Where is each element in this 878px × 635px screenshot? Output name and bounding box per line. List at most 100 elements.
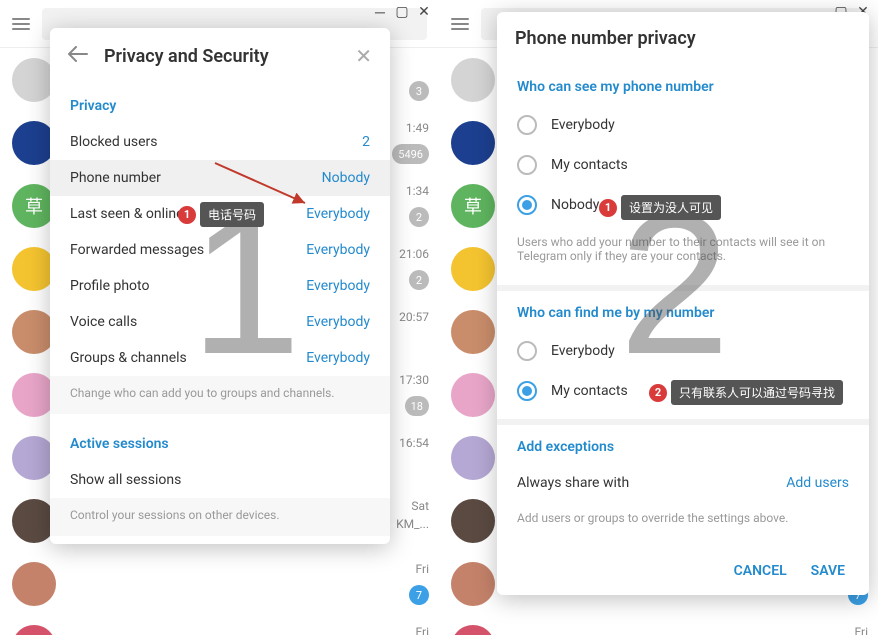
- unread-badge: 18: [405, 396, 429, 416]
- section-sessions-label: Active sessions: [50, 430, 390, 462]
- row-label: Forwarded messages: [70, 242, 204, 258]
- section-who-find-label: Who can find me by my number: [497, 299, 869, 331]
- avatar: [451, 625, 495, 635]
- row-value: Everybody: [306, 242, 370, 258]
- chat-row[interactable]: Fri: [0, 615, 439, 635]
- radio-icon: [517, 341, 537, 361]
- radio-icon: [517, 115, 537, 135]
- unread-badge: 2: [409, 270, 429, 290]
- unread-badge: 3: [409, 81, 429, 101]
- chat-time: Fri: [855, 625, 868, 635]
- section-who-see-label: Who can see my phone number: [497, 73, 869, 105]
- row-label: Blocked users: [70, 134, 158, 150]
- chat-row[interactable]: Fri: [439, 615, 878, 635]
- back-icon[interactable]: [68, 46, 88, 66]
- option-label: My contacts: [551, 157, 628, 173]
- row-value: Everybody: [306, 350, 370, 366]
- avatar: [12, 562, 56, 606]
- avatar: [451, 121, 495, 165]
- radio-icon: [517, 195, 537, 215]
- chat-time: 20:57: [399, 310, 429, 324]
- radio-everybody[interactable]: Everybody: [497, 105, 869, 145]
- row-value: Everybody: [306, 278, 370, 294]
- row-label: Groups & channels: [70, 350, 187, 366]
- chat-time: 1:49: [406, 121, 429, 135]
- row-voice-calls[interactable]: Voice calls Everybody: [50, 304, 390, 340]
- row-label: Always share with: [517, 475, 629, 491]
- window-controls: ─ ▢ ✕: [371, 4, 433, 21]
- row-show-sessions[interactable]: Show all sessions: [50, 462, 390, 498]
- row-forwarded[interactable]: Forwarded messages Everybody: [50, 232, 390, 268]
- cancel-button[interactable]: CANCEL: [734, 563, 787, 579]
- unread-badge: 5496: [392, 144, 429, 164]
- annotation-label: 只有联系人可以通过号码寻找: [671, 380, 843, 405]
- chat-time: 1:34: [406, 184, 429, 198]
- avatar: [451, 562, 495, 606]
- phone-privacy-modal: Phone number privacy Who can see my phon…: [497, 12, 869, 595]
- chat-preview: KM_...: [396, 517, 429, 531]
- help-text: Add users or groups to override the sett…: [497, 501, 869, 539]
- menu-icon[interactable]: [12, 18, 30, 30]
- chat-time: Sat: [411, 499, 429, 513]
- row-value: Nobody: [322, 170, 370, 186]
- avatar: [451, 310, 495, 354]
- modal-title: Phone number privacy: [515, 28, 851, 49]
- chat-time: Fri: [416, 562, 429, 576]
- unread-badge: 7: [409, 585, 429, 605]
- row-label: Profile photo: [70, 278, 149, 294]
- chat-time: 21:06: [399, 247, 429, 261]
- row-value: Everybody: [306, 206, 370, 222]
- chat-time: 17:30: [399, 373, 429, 387]
- avatar: [451, 499, 495, 543]
- row-groups-channels[interactable]: Groups & channels Everybody: [50, 340, 390, 376]
- row-label: Phone number: [70, 170, 161, 186]
- save-button[interactable]: SAVE: [811, 563, 845, 579]
- unread-badge: 2: [409, 207, 429, 227]
- row-always-share[interactable]: Always share with Add users: [497, 465, 869, 501]
- help-text: Control your sessions on other devices.: [50, 498, 390, 536]
- option-label: Everybody: [551, 343, 615, 359]
- avatar: [12, 625, 56, 635]
- annotation-tag-2: 1 设置为没人可见: [599, 195, 721, 220]
- annotation-number: 1: [599, 199, 617, 217]
- radio-find-everybody[interactable]: Everybody: [497, 331, 869, 371]
- row-value: 2: [362, 134, 370, 150]
- radio-my-contacts[interactable]: My contacts: [497, 145, 869, 185]
- row-label: Last seen & online: [70, 206, 184, 222]
- annotation-number: 2: [649, 384, 667, 402]
- section-exceptions-label: Add exceptions: [497, 433, 869, 465]
- privacy-security-modal: Privacy and Security ✕ Privacy Blocked u…: [50, 28, 390, 544]
- option-label: Nobody: [551, 197, 599, 213]
- annotation-tag-3: 2 只有联系人可以通过号码寻找: [649, 380, 843, 405]
- modal-title: Privacy and Security: [104, 46, 339, 67]
- row-profile-photo[interactable]: Profile photo Everybody: [50, 268, 390, 304]
- row-phone-number[interactable]: Phone number Nobody: [50, 160, 390, 196]
- chat-time: 16:54: [399, 436, 429, 450]
- annotation-label: 设置为没人可见: [621, 195, 721, 220]
- avatar: [451, 247, 495, 291]
- option-label: Everybody: [551, 117, 615, 133]
- radio-icon: [517, 155, 537, 175]
- help-text: Change who can add you to groups and cha…: [50, 376, 390, 414]
- option-label: My contacts: [551, 383, 628, 399]
- chat-time: Fri: [416, 625, 429, 635]
- close-icon[interactable]: ✕: [415, 4, 433, 21]
- radio-icon: [517, 381, 537, 401]
- avatar: [451, 58, 495, 102]
- maximize-icon[interactable]: ▢: [393, 4, 411, 21]
- chat-row[interactable]: Fri 7: [0, 552, 439, 615]
- help-text: Users who add your number to their conta…: [497, 225, 869, 277]
- row-value: Everybody: [306, 314, 370, 330]
- avatar: [451, 373, 495, 417]
- row-blocked-users[interactable]: Blocked users 2: [50, 124, 390, 160]
- annotation-tag-1: 1 电话号码: [178, 202, 264, 227]
- add-users-link[interactable]: Add users: [786, 475, 849, 491]
- section-privacy-label: Privacy: [50, 92, 390, 124]
- row-label: Voice calls: [70, 314, 137, 330]
- minimize-icon[interactable]: ─: [371, 4, 389, 21]
- avatar: 草: [451, 184, 495, 228]
- close-icon[interactable]: ✕: [355, 44, 372, 68]
- menu-icon[interactable]: [451, 18, 469, 30]
- row-label: Show all sessions: [70, 472, 181, 488]
- annotation-number: 1: [178, 206, 196, 224]
